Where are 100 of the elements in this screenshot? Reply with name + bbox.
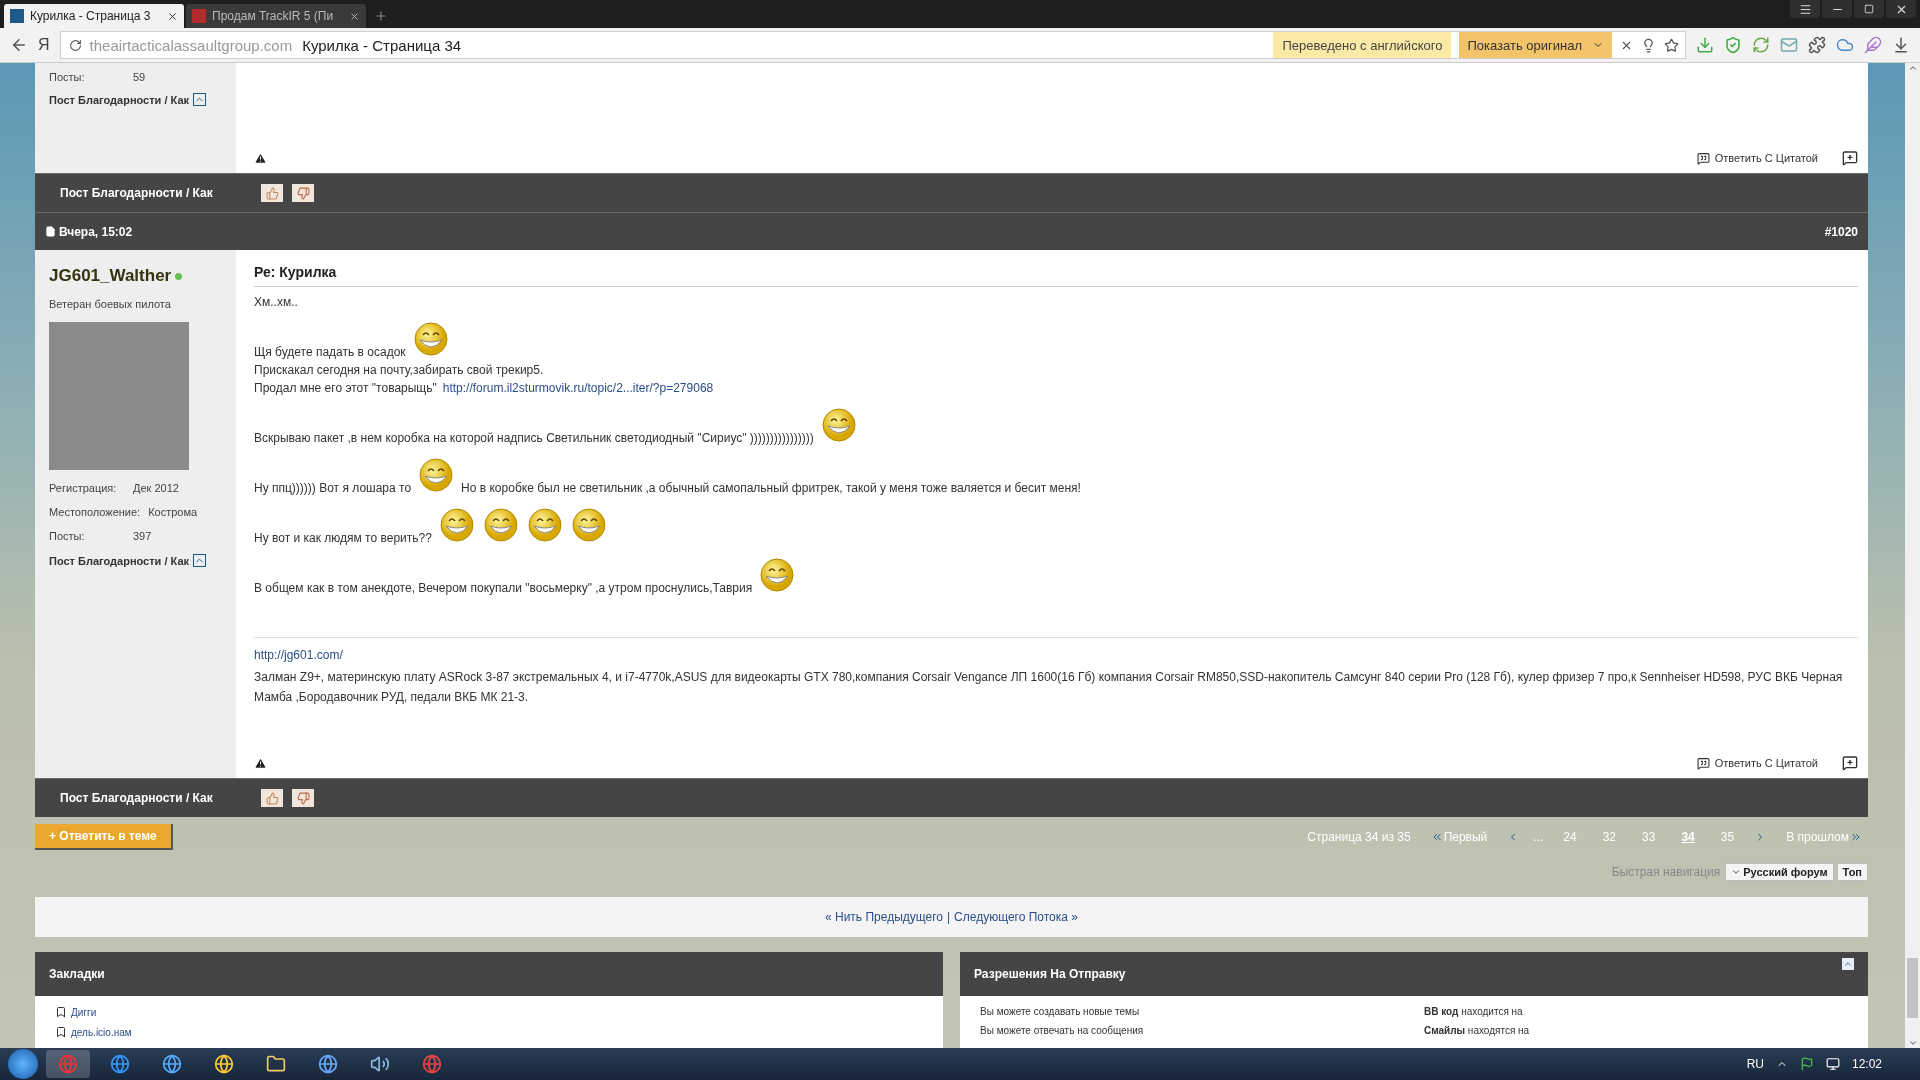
cloud-icon[interactable] [1836,36,1854,54]
thanks-link[interactable]: Пост Благодарности / Как [49,93,222,106]
smiley-icon [525,507,564,545]
smiley-icon [481,507,520,545]
post-text: Щя будете падать в осадок [254,345,406,359]
stat-label: Посты: [49,71,86,83]
stat-value: 397 [133,530,152,542]
translation-notice: Переведено с английского [1273,32,1452,58]
reply-with-quote-link[interactable]: Ответить С Цитатой [1696,151,1818,165]
user-rank: Ветеран боевых пилота [49,298,172,310]
stat-value: 59 [133,71,146,83]
downloads-icon[interactable] [1892,36,1910,54]
lightbulb-icon[interactable] [1641,37,1656,53]
post-text: Ну ппц)))))) Вот я лошара то [254,481,412,495]
post-date: Вчера, 15:02 [35,224,133,239]
caret-icon [1731,867,1742,877]
stat-value: Дек 2012 [133,482,179,494]
thumbs-down-button[interactable] [292,184,314,202]
maximize-icon[interactable] [1854,0,1884,18]
permission-text: BB код находится на [1424,1006,1524,1017]
stat-label: Посты: [49,530,86,542]
permission-text: Вы можете отвечать на сообщения [980,1025,1145,1036]
bookmark-icon [55,1006,67,1018]
feather-icon[interactable] [1864,36,1882,54]
panel-title: Разрешения На Отправку [974,967,1126,981]
previous-thread-link[interactable]: « Нить Предыдущего [825,910,943,924]
scrollbar-thumb[interactable] [1907,958,1918,1018]
new-tab-icon[interactable] [374,9,388,23]
thumbs-up-button[interactable] [261,789,283,807]
puzzle-icon[interactable] [1808,36,1826,54]
top-button[interactable]: Топ [1836,863,1868,881]
document-icon [45,226,56,237]
collapse-icon [193,93,206,106]
multi-quote-icon[interactable] [1842,755,1858,771]
post-text: Прискакал сегодня на почту,забирать свой трекир5. [254,363,544,377]
browser-tab[interactable]: Курилка - Страница 3 [4,4,184,28]
browser-tab[interactable]: Продам TrackIR 5 (Пи [186,4,366,28]
author-name-link[interactable]: JG601_Walther [49,266,222,286]
back-icon[interactable] [10,36,28,54]
post-text: Ну вот и как людям то верить?? [254,531,432,545]
bookmark-link[interactable]: дель.icio.нам [55,1026,923,1038]
thumbs-up-button[interactable] [261,184,283,202]
post-text: Вскрываю пакет ,в нем коробка на которой надпись Светильник светодиодный "Сириус" )))))))))))))))) [254,431,814,445]
post-number-link[interactable]: #1020 [1824,224,1868,239]
permission-text: Смайлы находятся на [1424,1025,1531,1036]
shield-icon[interactable] [1724,36,1742,54]
post-text: Но в коробке был не светильник ,а обычный самопальный фритрек, такой у меня тоже валяется и бесит меня! [461,481,1081,495]
stat-label: Регистрация: [49,482,118,494]
post-text: В общем как в том анекдоте, Вечером покупали "восьмерку" ,а утром проснулись,Таврия [254,581,753,595]
quote-icon [1696,756,1710,770]
ellipsis: ... [1533,830,1544,844]
smiley-icon [569,507,608,545]
thumbs-down-button[interactable] [292,789,314,807]
signature-link[interactable]: http://jg601.com/ [254,647,343,662]
bookmark-icon [55,1026,67,1038]
scroll-up-icon[interactable] [1907,63,1918,73]
address-field[interactable]: theairtacticalassaultgroup.com Курилка - Страница 34 Переведено с английского Показать оригинал [59,31,1686,59]
smiley-icon [758,557,797,595]
multi-quote-icon[interactable] [1842,150,1858,166]
signature-text: Залман Z9+, материнскую плату ASRock 3-87 экстремальных 4, и i7-4770k,ASUS для видеокарты GTX 780,компания Corsair Vengance ЛП 1600(16 Гб) компания Corsair RM850,SSD-накопитель Самсунг 840 серии Pro (128 Гб), кулер фризер 7 про,к Sennheiser HD598, РУС ВКБ Черная Мамба ,Бородавочник РУД, педали ВКБ МК 21-3. [254,668,1844,706]
post-text: Продал мне его этот "товарыщь" [254,381,437,395]
quick-navigation-label: Быстрая навигация [1611,865,1721,879]
collapse-icon [193,554,206,567]
download-arrow-icon[interactable] [1696,36,1714,54]
site-icon [10,9,24,23]
smiley-icon [437,507,476,545]
bookmark-link[interactable]: Дигги [55,1006,923,1018]
clock[interactable]: 12:02 [1851,1057,1882,1071]
start-button[interactable] [8,1049,38,1079]
warning-icon[interactable] [254,756,267,770]
reply-with-quote-link[interactable]: Ответить С Цитатой [1696,756,1818,770]
reload-icon[interactable] [68,38,82,52]
language-indicator[interactable]: RU [1746,1057,1764,1071]
double-right-arrow-icon [1850,831,1862,843]
stat-label: Местоположение: [49,506,141,518]
collapse-icon[interactable] [1842,958,1854,970]
star-icon[interactable] [1664,37,1679,53]
smiley-icon [417,457,456,495]
thanks-link[interactable]: Пост Благодарности / Как [49,554,222,567]
warning-icon[interactable] [254,151,267,165]
flag-icon[interactable] [1799,1057,1814,1071]
thanks-bar-label: Пост Благодарности / Как [59,186,214,200]
close-icon[interactable] [349,10,360,22]
scroll-down-icon[interactable] [1907,1038,1918,1048]
post-link[interactable]: http://forum.il2sturmovik.ru/topic/2...iter/?p=279068 [442,381,714,395]
browser-logo[interactable]: Я [38,36,50,54]
next-thread-link[interactable]: Следующего Потока » [954,910,1078,924]
permission-text: Вы можете создавать новые темы [980,1006,1141,1017]
close-icon[interactable] [167,10,178,22]
refresh-icon[interactable] [1752,36,1770,54]
smiley-icon [411,321,450,359]
monitor-icon[interactable] [1825,1057,1840,1071]
close-icon[interactable] [1886,0,1916,18]
quote-icon [1696,151,1710,165]
smiley-icon [819,407,858,445]
show-original-button[interactable]: Показать оригинал [1459,32,1612,58]
menu-icon[interactable] [1790,0,1820,18]
forum-dropdown[interactable]: Русский форум [1725,863,1834,881]
separator: | [947,910,951,924]
page-summary: Страница 34 из 35 [1307,830,1411,844]
